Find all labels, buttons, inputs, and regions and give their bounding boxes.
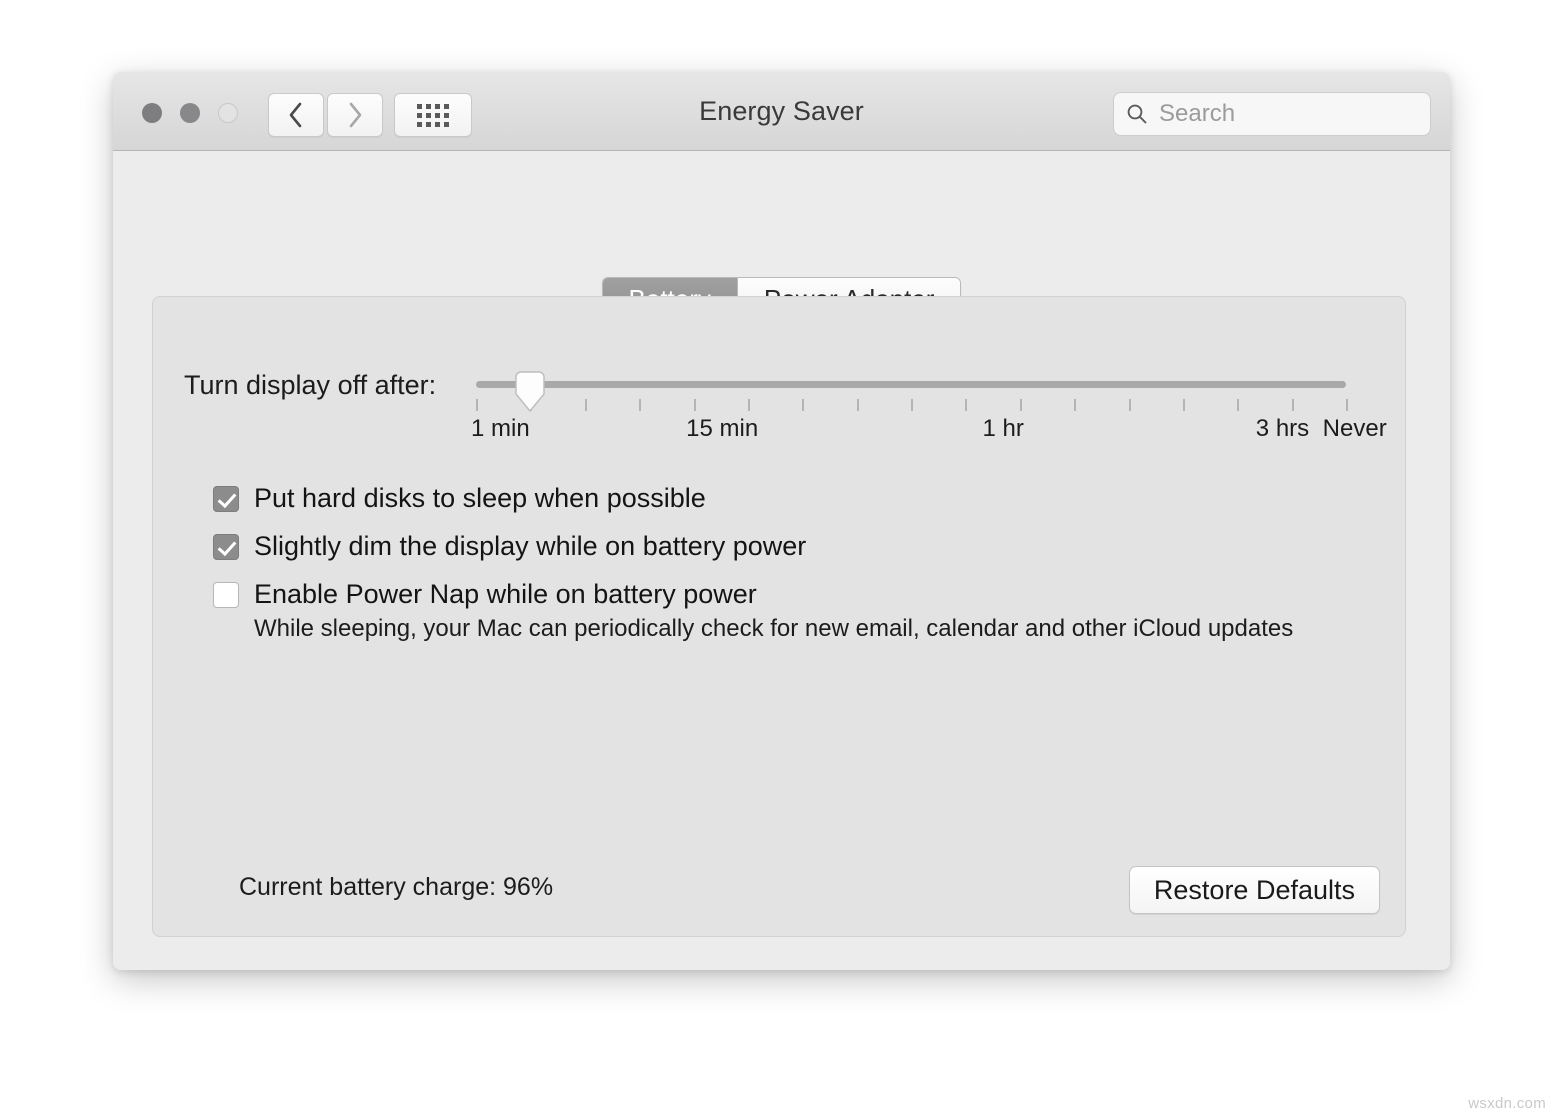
battery-charge-status: Current battery charge: 96% — [239, 873, 554, 901]
slider-tick — [1019, 399, 1022, 411]
watermark: wsxdn.com — [1468, 1095, 1546, 1112]
restore-defaults-button[interactable]: Restore Defaults — [1128, 866, 1380, 914]
option-label-hard-disks: Put hard disks to sleep when possible — [254, 483, 706, 513]
search-input[interactable] — [1157, 99, 1418, 129]
slider-tick — [584, 399, 587, 411]
search-icon — [1127, 104, 1147, 124]
option-row-hard-disks[interactable]: Put hard disks to sleep when possible — [213, 483, 1363, 514]
slider-label: Turn display off after: — [184, 370, 437, 400]
checkbox-hard-disks-sleep[interactable] — [213, 485, 239, 512]
slider-tick-label: 3 hrs — [1255, 415, 1310, 442]
slider-tick — [1128, 399, 1131, 411]
slider-tick — [693, 399, 696, 411]
window-titlebar: Energy Saver — [113, 72, 1450, 151]
slider-ticks — [476, 399, 1348, 413]
option-label-dim-display: Slightly dim the display while on batter… — [254, 531, 807, 561]
option-row-dim-display[interactable]: Slightly dim the display while on batter… — [213, 531, 1363, 562]
slider-tick-label: Never — [1322, 415, 1387, 442]
options-list: Put hard disks to sleep when possible Sl… — [213, 483, 1363, 643]
slider-tick — [1237, 399, 1240, 411]
energy-saver-window: Energy Saver Battery Power Adapter — [113, 72, 1450, 970]
window-footer: Show battery status in menu bar Schedule… — [113, 965, 1450, 970]
slider-tick — [1182, 399, 1185, 411]
slider-tick — [856, 399, 859, 411]
slider-tick — [639, 399, 642, 411]
option-label-power-nap: Enable Power Nap while on battery power — [254, 579, 757, 609]
screen: Energy Saver Battery Power Adapter — [0, 0, 1560, 1118]
slider-tick-label: 1 hr — [982, 415, 1024, 442]
slider-tick — [802, 399, 805, 411]
slider-handle[interactable] — [513, 369, 547, 413]
option-description-power-nap: While sleeping, your Mac can periodicall… — [254, 615, 1294, 642]
slider-tick — [911, 399, 913, 411]
search-box[interactable] — [1113, 92, 1431, 136]
option-power-nap: Enable Power Nap while on battery power … — [213, 579, 1363, 643]
slider-tick — [1346, 399, 1348, 411]
slider-tick-label: 15 min — [686, 415, 759, 442]
checkbox-dim-display[interactable] — [213, 533, 239, 560]
slider-thumb-icon — [515, 371, 546, 412]
slider-tick — [747, 399, 750, 411]
slider-tick-label: 1 min — [471, 415, 530, 442]
checkbox-power-nap[interactable] — [213, 581, 239, 608]
option-row-power-nap[interactable]: Enable Power Nap while on battery power — [213, 579, 1363, 610]
slider-tick — [1074, 399, 1077, 411]
slider-track[interactable] — [476, 381, 1346, 388]
slider-tick — [1291, 399, 1294, 411]
slider-tick — [476, 399, 478, 411]
display-sleep-slider[interactable]: 1 min 15 min 1 hr 3 hrs Never — [471, 363, 1387, 473]
option-hard-disks-sleep: Put hard disks to sleep when possible — [213, 483, 1363, 514]
option-dim-display: Slightly dim the display while on batter… — [213, 531, 1363, 562]
slider-tick — [965, 399, 968, 411]
settings-panel: Turn display off after: 1 min 15 min 1 hr 3… — [152, 296, 1406, 937]
window-content: Battery Power Adapter Turn display off a… — [113, 151, 1450, 970]
display-sleep-slider-row: Turn display off after: 1 min 15 min 1 hr 3… — [153, 363, 1405, 473]
slider-tick-labels: 1 min 15 min 1 hr 3 hrs Never — [471, 415, 1387, 449]
